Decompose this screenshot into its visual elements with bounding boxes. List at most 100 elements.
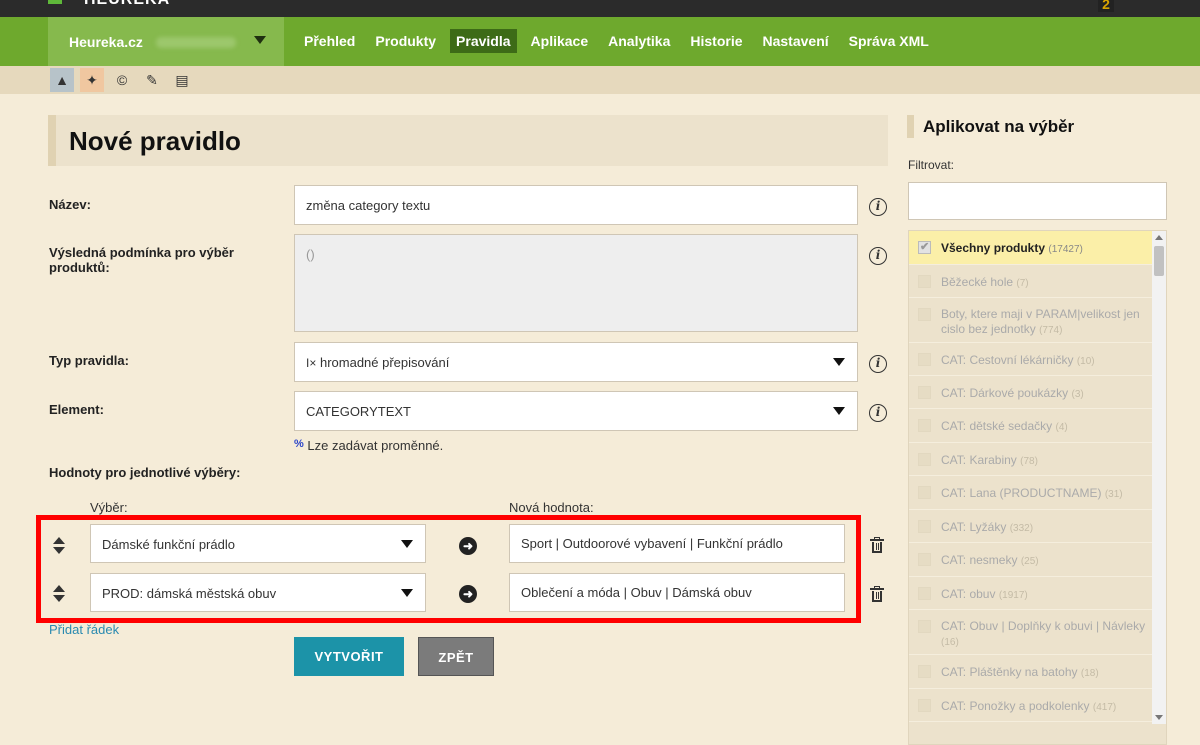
new-value-input[interactable]: Sport | Outdoorové vybavení | Funkční pr… <box>509 524 845 563</box>
trash-icon[interactable] <box>870 537 884 553</box>
list-item-count: (10) <box>1076 356 1095 367</box>
column-header-selection: Výběr: <box>90 500 128 515</box>
element-select[interactable]: CATEGORYTEXT <box>294 391 858 431</box>
percent-icon: % <box>294 438 304 450</box>
element-value: CATEGORYTEXT <box>306 404 411 419</box>
notification-badge[interactable]: 2 <box>1098 0 1114 12</box>
list-item-count: (25) <box>1020 556 1039 567</box>
list-item-label: CAT: Cestovní lékárničky <box>941 353 1074 367</box>
copyright-icon[interactable]: © <box>110 68 134 92</box>
info-icon[interactable]: i <box>869 198 887 216</box>
scroll-up-icon[interactable] <box>1155 235 1163 240</box>
list-item[interactable]: CAT: Lana (PRODUCTNAME) (31) <box>909 476 1153 510</box>
icon-toolbar: ▲ ✦ © ✎ ▤ <box>0 66 1200 94</box>
list-item-count: (7) <box>1016 278 1029 289</box>
create-button[interactable]: VYTVOŘIT <box>294 637 404 676</box>
list-item[interactable]: CAT: Obuv | Doplňky k obuvi | Návleky (1… <box>909 610 1153 655</box>
condition-label: Výsledná podmínka pro výběr produktů: <box>49 245 234 275</box>
list-item-label: CAT: Obuv | Doplňky k obuvi | Návleky <box>941 619 1146 633</box>
page-title: Nové pravidlo <box>69 126 241 156</box>
checkbox[interactable] <box>918 308 931 321</box>
apply-panel-title: Aplikovat na výběr <box>923 117 1075 136</box>
list-item[interactable]: CAT: obuv (1917) <box>909 577 1153 610</box>
checkbox[interactable] <box>918 486 931 499</box>
list-item-count: (3) <box>1071 389 1084 400</box>
list-item[interactable]: Všechny produkty (17427) <box>909 231 1153 265</box>
list-item[interactable]: CAT: Ponožky a podkolenky (417) <box>909 689 1153 722</box>
list-item-count: (332) <box>1009 523 1034 534</box>
list-item[interactable]: CAT: dětské sedačky (4) <box>909 409 1153 443</box>
list-item[interactable]: CAT: Pláštěnky na batohy (18) <box>909 655 1153 689</box>
add-row-link[interactable]: Přidat řádek <box>49 622 119 637</box>
list-item-label: CAT: Lyžáky <box>941 520 1007 534</box>
checkbox[interactable] <box>918 620 931 633</box>
list-item-count: (774) <box>1039 325 1063 336</box>
trash-icon[interactable] <box>870 586 884 602</box>
brush-icon[interactable]: ✎ <box>140 68 164 92</box>
checkbox[interactable] <box>918 453 931 466</box>
back-button[interactable]: ZPĚT <box>418 637 494 676</box>
shop-name: Heureka.cz <box>69 34 143 50</box>
nav-item-nastaveni[interactable]: Nastavení <box>757 29 835 53</box>
checkbox[interactable] <box>918 386 931 399</box>
bird-icon[interactable]: ✦ <box>80 68 104 92</box>
page-header: Nové pravidlo <box>48 115 888 166</box>
info-icon[interactable]: i <box>869 247 887 265</box>
checkbox[interactable] <box>918 587 931 600</box>
scroll-down-icon[interactable] <box>1155 715 1163 720</box>
nav-item-sprava-xml[interactable]: Správa XML <box>843 29 935 53</box>
checkbox[interactable] <box>918 419 931 432</box>
list-item[interactable]: CAT: Dárkové poukázky (3) <box>909 376 1153 409</box>
condition-value: () <box>306 247 315 262</box>
nav-item-aplikace[interactable]: Aplikace <box>525 29 595 53</box>
logo-icon <box>48 0 62 4</box>
list-item-count: (18) <box>1080 668 1099 679</box>
list-item-count: (31) <box>1104 489 1123 500</box>
list-item[interactable]: Boty, ktere maji v PARAM|velikost jen ci… <box>909 298 1153 343</box>
list-item-label: CAT: obuv <box>941 587 996 601</box>
checkbox[interactable] <box>918 520 931 533</box>
drag-sort-icon[interactable] <box>53 537 65 555</box>
shop-selector[interactable]: Heureka.cz <box>48 17 284 66</box>
name-label: Název: <box>49 197 91 212</box>
list-item-count: (16) <box>941 637 959 648</box>
list-item[interactable]: CAT: Lyžáky (332) <box>909 510 1153 543</box>
chevron-down-icon <box>254 36 266 44</box>
nav-item-historie[interactable]: Historie <box>684 29 748 53</box>
nav-item-analytika[interactable]: Analytika <box>602 29 676 53</box>
logo-text[interactable]: HEUREKA <box>84 0 170 9</box>
list-item-count: (1917) <box>998 590 1028 601</box>
list-item-label: Běžecké hole <box>941 275 1014 289</box>
filter-input[interactable] <box>908 182 1167 220</box>
tree-icon[interactable]: ▲ <box>50 68 74 92</box>
new-value-input[interactable]: Oblečení a móda | Obuv | Dámská obuv <box>509 573 845 612</box>
apply-panel-header: Aplikovat na výběr <box>907 115 1177 138</box>
name-input[interactable]: změna category textu <box>294 185 858 225</box>
nav-item-pravidla[interactable]: Pravidla <box>450 29 517 53</box>
checkbox[interactable] <box>918 665 931 678</box>
checkbox[interactable] <box>918 553 931 566</box>
checkbox[interactable] <box>918 240 931 255</box>
checkbox[interactable] <box>918 275 931 288</box>
variables-hint: % Lze zadávat proměnné. <box>294 438 443 453</box>
notebook-icon[interactable]: ▤ <box>170 68 194 92</box>
selection-select[interactable]: PROD: dámská městská obuv <box>90 573 426 612</box>
list-scrollbar[interactable] <box>1152 231 1166 724</box>
nav-item-prehled[interactable]: Přehled <box>298 29 361 53</box>
rule-type-select[interactable]: I× hromadné přepisování <box>294 342 858 382</box>
checkbox[interactable] <box>918 699 931 712</box>
list-item[interactable]: Běžecké hole (7) <box>909 265 1153 298</box>
list-item[interactable]: CAT: Karabiny (78) <box>909 443 1153 476</box>
info-icon[interactable]: i <box>869 355 887 373</box>
list-item[interactable]: CAT: Cestovní lékárničky (10) <box>909 343 1153 376</box>
nav-item-produkty[interactable]: Produkty <box>369 29 442 53</box>
checkbox[interactable] <box>918 353 931 366</box>
scroll-thumb[interactable] <box>1154 246 1164 276</box>
selection-select[interactable]: Dámské funkční prádlo <box>90 524 426 563</box>
condition-textarea[interactable]: () <box>294 234 858 332</box>
rule-type-label: Typ pravidla: <box>49 353 129 368</box>
list-item-label: CAT: Pláštěnky na batohy <box>941 665 1078 679</box>
drag-sort-icon[interactable] <box>53 585 65 603</box>
list-item[interactable]: CAT: nesmeky (25) <box>909 543 1153 577</box>
info-icon[interactable]: i <box>869 404 887 422</box>
